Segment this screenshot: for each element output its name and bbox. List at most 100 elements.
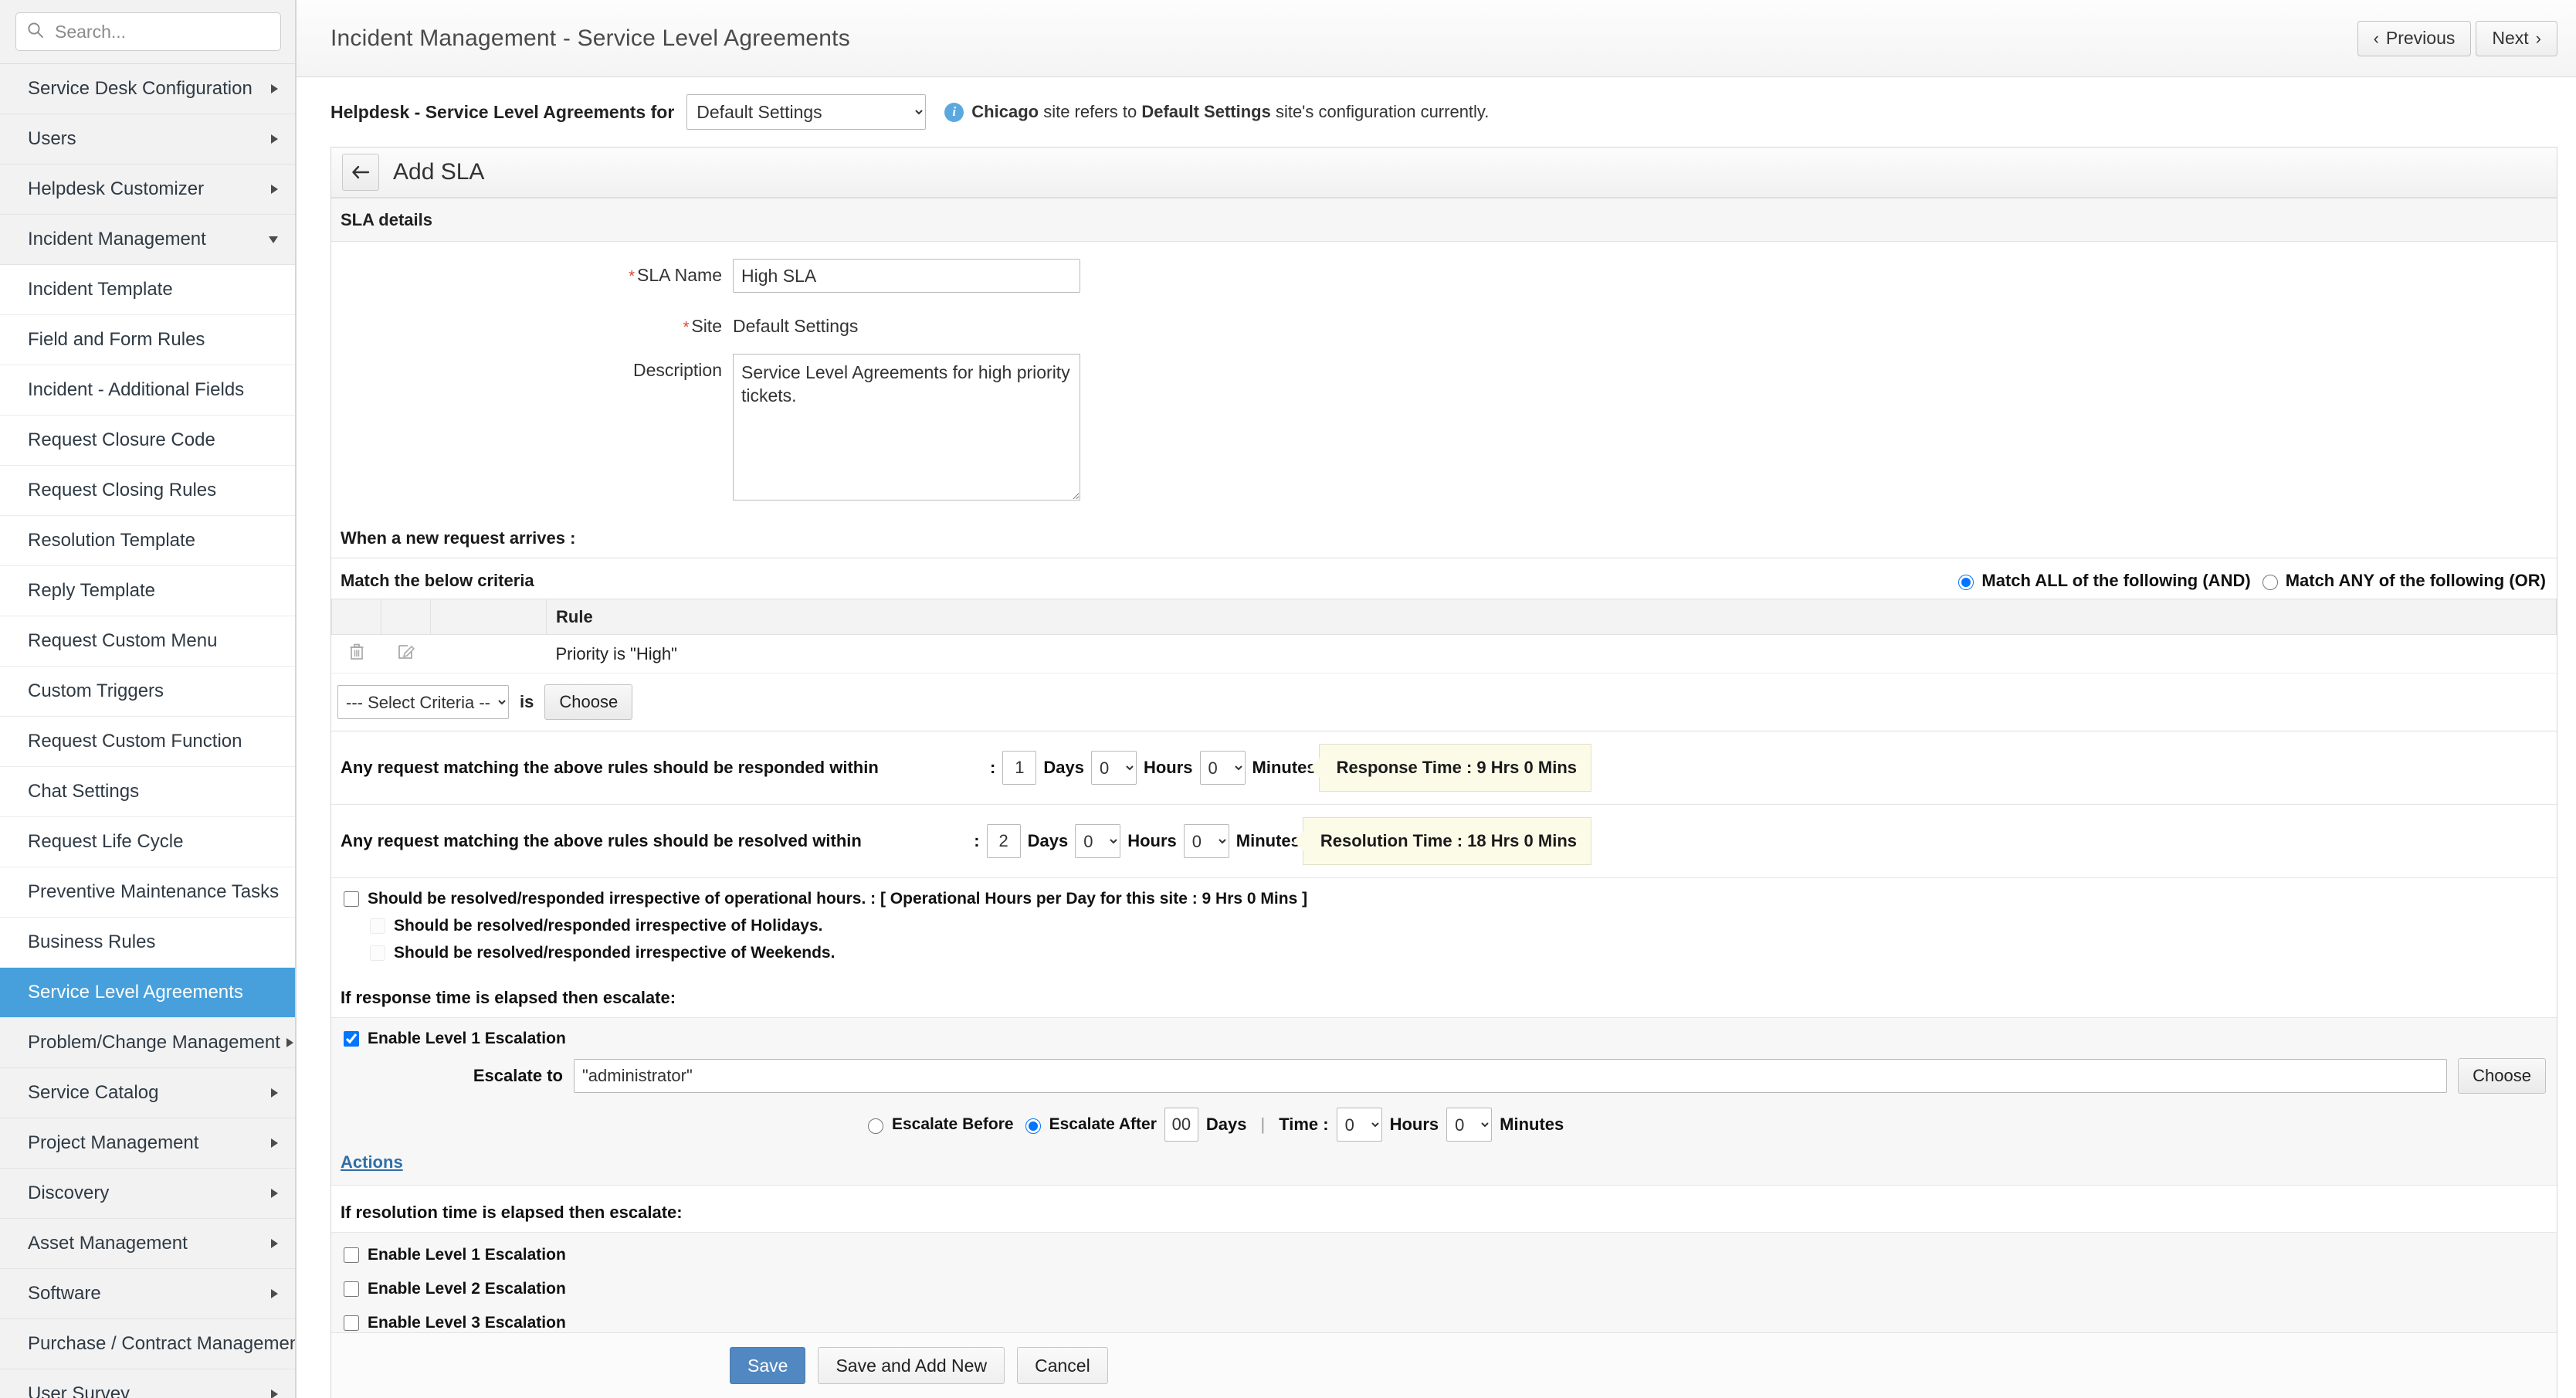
sidebar-item-discovery[interactable]: Discovery	[0, 1169, 295, 1219]
sidebar-item-project-management[interactable]: Project Management	[0, 1118, 295, 1169]
escalate-after-option[interactable]: Escalate After	[1022, 1115, 1157, 1134]
response-level1-checkbox[interactable]	[344, 1031, 359, 1047]
resolution-time-row: Any request matching the above rules sho…	[331, 805, 2557, 878]
sidebar-item-label: Helpdesk Customizer	[28, 178, 204, 200]
sidebar-item-purchase-contract-management[interactable]: Purchase / Contract Management	[0, 1319, 295, 1369]
operational-hours-option[interactable]: Should be resolved/responded irrespectiv…	[341, 889, 2557, 909]
rule-text-cell: Priority is "High"	[547, 635, 2557, 674]
resolution-level-1-option[interactable]: Enable Level 1 Escalation	[341, 1245, 2557, 1265]
match-any-label: Match ANY of the following (OR)	[2286, 571, 2546, 591]
holidays-label: Should be resolved/responded irrespectiv…	[394, 917, 823, 935]
escalate-before-option[interactable]: Escalate Before	[864, 1115, 1014, 1134]
resolution-level-2-option[interactable]: Enable Level 2 Escalation	[341, 1279, 2557, 1299]
trash-icon[interactable]	[349, 645, 364, 664]
delete-rule-cell[interactable]	[332, 635, 381, 674]
weekends-label: Should be resolved/responded irrespectiv…	[394, 944, 835, 962]
site-select[interactable]: Default Settings	[686, 94, 926, 130]
response-days-input[interactable]	[1002, 751, 1036, 785]
weekends-option-wrap: Should be resolved/responded irrespectiv…	[341, 943, 2557, 963]
sidebar-item-request-life-cycle[interactable]: Request Life Cycle	[0, 817, 295, 867]
escalate-before-label: Escalate Before	[892, 1115, 1014, 1134]
previous-button[interactable]: ‹ Previous	[2357, 21, 2472, 56]
sidebar-item-incident-additional-fields[interactable]: Incident - Additional Fields	[0, 365, 295, 416]
sidebar-item-label: Service Catalog	[28, 1082, 158, 1104]
cancel-button[interactable]: Cancel	[1017, 1347, 1108, 1384]
weekends-option[interactable]: Should be resolved/responded irrespectiv…	[367, 943, 2557, 963]
col-blank-1	[332, 599, 381, 635]
escalate-to-input[interactable]	[574, 1059, 2447, 1093]
sidebar-item-software[interactable]: Software	[0, 1269, 295, 1319]
operational-hours-checkbox[interactable]	[344, 891, 359, 907]
edit-icon[interactable]	[398, 645, 415, 664]
operational-hours-block: Should be resolved/responded irrespectiv…	[331, 878, 2557, 971]
sidebar-item-service-desk-configuration[interactable]: Service Desk Configuration	[0, 64, 295, 114]
sidebar-item-service-catalog[interactable]: Service Catalog	[0, 1068, 295, 1118]
sidebar-nav-list: Service Desk ConfigurationUsers Helpdesk …	[0, 64, 295, 1398]
resolution-level-3-checkbox[interactable]	[344, 1315, 359, 1331]
save-and-add-new-button[interactable]: Save and Add New	[818, 1347, 1005, 1384]
escalate-to-choose-button[interactable]: Choose	[2458, 1058, 2546, 1094]
sla-name-input[interactable]	[733, 259, 1080, 293]
holidays-option-wrap: Should be resolved/responded irrespectiv…	[341, 916, 2557, 936]
response-minutes-select[interactable]: 0153045	[1200, 751, 1246, 785]
resolution-days-input[interactable]	[987, 824, 1021, 858]
search-box[interactable]	[15, 12, 281, 51]
escalate-days-input[interactable]	[1164, 1108, 1198, 1142]
sidebar-item-business-rules[interactable]: Business Rules	[0, 918, 295, 968]
chevron-right-icon	[271, 1138, 278, 1148]
response-escalation-title: If response time is elapsed then escalat…	[331, 971, 2557, 1017]
resolution-minutes-select[interactable]: 0153045	[1184, 824, 1229, 858]
sidebar-item-reply-template[interactable]: Reply Template	[0, 566, 295, 616]
match-all-option[interactable]: Match ALL of the following (AND)	[1954, 571, 2250, 591]
chevron-right-icon	[271, 1289, 278, 1298]
back-arrow-icon[interactable]	[342, 154, 379, 191]
resolution-level-1-checkbox[interactable]	[344, 1247, 359, 1263]
sidebar-item-helpdesk-customizer[interactable]: Helpdesk Customizer	[0, 165, 295, 215]
edit-rule-cell[interactable]	[381, 635, 431, 674]
resolution-hours-select[interactable]: 01234567891011121314151617181920212223	[1075, 824, 1120, 858]
escalate-after-radio[interactable]	[1025, 1118, 1041, 1134]
sidebar-item-preventive-maintenance-tasks[interactable]: Preventive Maintenance Tasks	[0, 867, 295, 918]
sidebar-item-label: Request Life Cycle	[28, 831, 183, 853]
weekends-checkbox[interactable]	[370, 945, 385, 961]
next-button[interactable]: Next ›	[2476, 21, 2557, 56]
sidebar-item-request-custom-function[interactable]: Request Custom Function	[0, 717, 295, 767]
sidebar-item-problem-change-management[interactable]: Problem/Change Management	[0, 1018, 295, 1068]
sidebar-item-label: User Survey	[28, 1383, 130, 1398]
save-button[interactable]: Save	[730, 1347, 805, 1384]
match-any-radio[interactable]	[2262, 575, 2278, 590]
sidebar-item-request-closing-rules[interactable]: Request Closing Rules	[0, 466, 295, 516]
escalate-to-row: Escalate to Choose	[331, 1049, 2557, 1094]
resolution-level-3-option[interactable]: Enable Level 3 Escalation	[341, 1313, 2557, 1333]
sidebar-item-field-and-form-rules[interactable]: Field and Form Rules	[0, 315, 295, 365]
sidebar-item-service-level-agreements[interactable]: Service Level Agreements	[0, 968, 295, 1018]
sidebar-item-chat-settings[interactable]: Chat Settings	[0, 767, 295, 817]
sidebar-item-label: Request Closing Rules	[28, 480, 216, 501]
sidebar-item-users[interactable]: Users	[0, 114, 295, 165]
sidebar-item-resolution-template[interactable]: Resolution Template	[0, 516, 295, 566]
sidebar-item-incident-template[interactable]: Incident Template	[0, 265, 295, 315]
sidebar-item-incident-management[interactable]: Incident Management	[0, 215, 295, 265]
description-row: Description	[331, 354, 2557, 500]
select-criteria-dropdown[interactable]: --- Select Criteria --	[337, 685, 509, 719]
response-hours-select[interactable]: 01234567891011121314151617181920212223	[1091, 751, 1137, 785]
sidebar-item-request-closure-code[interactable]: Request Closure Code	[0, 416, 295, 466]
holidays-checkbox[interactable]	[370, 918, 385, 934]
holidays-option[interactable]: Should be resolved/responded irrespectiv…	[367, 916, 2557, 936]
description-textarea[interactable]	[733, 354, 1080, 500]
search-input[interactable]	[53, 21, 269, 43]
choose-criteria-button[interactable]: Choose	[544, 684, 632, 720]
escalate-before-radio[interactable]	[868, 1118, 883, 1134]
escalate-minutes-select[interactable]: 0153045	[1446, 1108, 1492, 1142]
match-any-option[interactable]: Match ANY of the following (OR)	[2259, 571, 2546, 591]
required-star-icon: *	[683, 319, 690, 336]
sidebar-item-user-survey[interactable]: User Survey	[0, 1369, 295, 1398]
response-level1-option[interactable]: Enable Level 1 Escalation	[341, 1029, 2557, 1049]
escalate-hours-select[interactable]: 01234567891011121314151617181920212223	[1337, 1108, 1382, 1142]
sidebar-item-request-custom-menu[interactable]: Request Custom Menu	[0, 616, 295, 667]
sidebar-item-asset-management[interactable]: Asset Management	[0, 1219, 295, 1269]
match-all-radio[interactable]	[1958, 575, 1974, 590]
resolution-level-2-checkbox[interactable]	[344, 1281, 359, 1297]
sidebar-item-custom-triggers[interactable]: Custom Triggers	[0, 667, 295, 717]
actions-link[interactable]: Actions	[341, 1152, 403, 1172]
